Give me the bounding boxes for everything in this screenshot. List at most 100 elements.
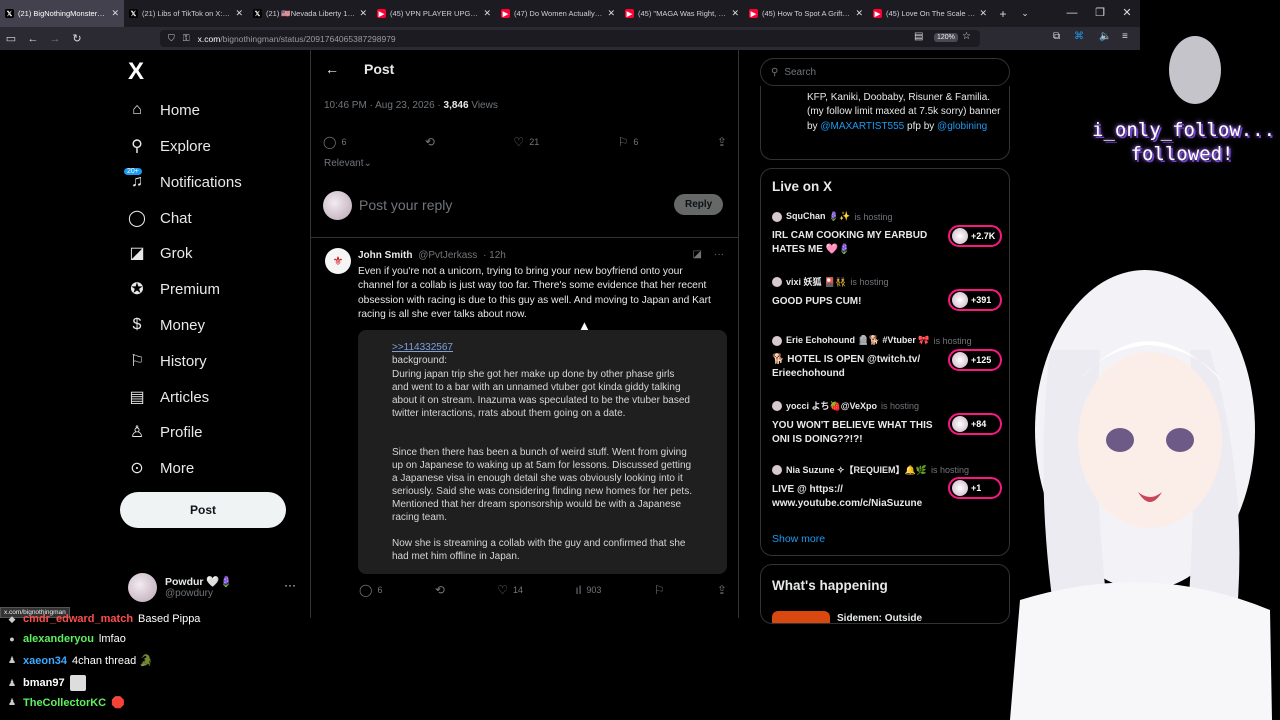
author-name[interactable]: John Smith <box>358 250 412 261</box>
browser-tab[interactable]: ▶ (47) Do Women Actually Lik ✕ <box>496 0 620 27</box>
reader-view-icon[interactable]: ▤ <box>914 31 923 42</box>
nav-item-explore[interactable]: ⚲ Explore <box>128 131 211 161</box>
listener-count[interactable]: +84 <box>948 413 1002 435</box>
live-item[interactable]: yocci よち🍓@VeXpo is hosting YOU WON'T BELI… <box>772 399 1002 446</box>
repost-action[interactable]: ⟲ <box>425 135 435 149</box>
search-input[interactable]: ⚲ Search <box>760 58 1010 86</box>
browser-tab[interactable]: ▶ (45) VPN PLAYER UPGRADE ✕ <box>372 0 496 27</box>
avatar[interactable]: ⚜ <box>325 248 351 274</box>
zoom-level[interactable]: 120% <box>934 33 958 42</box>
close-icon[interactable]: ✕ <box>979 8 987 19</box>
host-name: Nia Suzune ✧【REQUIEM】🔔🌿 <box>786 465 927 475</box>
quoted-image[interactable]: >>114332567 background: During japan tri… <box>358 330 727 574</box>
reply-button[interactable]: Reply <box>674 194 724 215</box>
reload-button[interactable]: ↻ <box>66 32 88 45</box>
browser-tab-bar: 𝕏 (21) BigNothingMonsterman ✕ 𝕏 (21) Lib… <box>0 0 1140 27</box>
nav-item-chat[interactable]: ◯ Chat <box>128 203 192 233</box>
page-title: Post <box>364 61 395 77</box>
avatar <box>952 228 968 244</box>
reply-input[interactable]: Post your reply <box>359 197 452 213</box>
account-switcher[interactable]: Powdur 🤍🪻 @powdury ··· <box>128 570 298 604</box>
profile-handle: @powdury <box>165 588 213 599</box>
nav-item-more[interactable]: ⊙ More <box>128 453 194 483</box>
browser-tab[interactable]: ▶ (45) How To Spot A Grifter (/ ✕ <box>744 0 868 27</box>
emote-icon <box>69 675 86 691</box>
close-icon[interactable]: ✕ <box>607 8 615 19</box>
back-button[interactable]: ← <box>22 33 44 45</box>
back-arrow-icon[interactable]: ← <box>325 61 339 77</box>
listener-count[interactable]: +125 <box>948 349 1002 371</box>
nav-item-label: Profile <box>160 423 203 441</box>
trend-thumbnail[interactable] <box>772 611 830 623</box>
post-time[interactable]: 10:46 PM · Aug 23, 2026 · <box>324 100 441 111</box>
tweet-header: John Smith @PvtJerkass · 12h <box>358 250 506 261</box>
nav-item-history[interactable]: ⚐ History <box>128 346 207 376</box>
tab-title: (45) How To Spot A Grifter (/ <box>762 9 852 18</box>
chat-username: xaeon34 <box>23 654 68 667</box>
close-icon[interactable]: ✕ <box>359 8 367 19</box>
nav-item-money[interactable]: $ Money <box>128 310 205 340</box>
share-action[interactable]: ⇪ <box>717 583 727 597</box>
browser-tab[interactable]: ▶ (45) Love On The Scale Episo ✕ <box>868 0 992 27</box>
close-icon[interactable]: ✕ <box>111 8 119 19</box>
listener-count[interactable]: +2.7K <box>948 225 1002 247</box>
forward-button[interactable]: → <box>44 33 66 45</box>
bio-link[interactable]: @globining <box>937 121 987 132</box>
reply-tweet[interactable]: ⚜ John Smith @PvtJerkass · 12h ◪ ··· Eve… <box>311 238 738 618</box>
count-label: +1 <box>971 483 982 493</box>
share-icon: ⇪ <box>716 135 727 149</box>
grok-icon[interactable]: ◪ <box>693 249 702 260</box>
nav-item-home[interactable]: ⌂ Home <box>128 95 200 125</box>
close-icon[interactable]: ✕ <box>235 8 243 19</box>
live-item[interactable]: Nia Suzune ✧【REQUIEM】🔔🌿 is hosting LIVE @… <box>772 463 1002 510</box>
count-label: +391 <box>971 295 992 305</box>
listener-count[interactable]: +1 <box>948 477 1002 499</box>
reply-action[interactable]: ◯ 6 <box>359 583 382 597</box>
repost-action[interactable]: ⟲ <box>435 583 445 597</box>
x-logo[interactable]: X <box>128 58 144 86</box>
live-item[interactable]: Erie Echohound 🪦🐕 #Vtuber 🎀 is hosting 🐕 … <box>772 335 1002 380</box>
count-label: +2.7K <box>971 231 996 241</box>
home-icon: ⌂ <box>132 101 142 118</box>
listener-count[interactable]: +391 <box>948 289 1002 311</box>
reply-action[interactable]: ◯ 6 <box>323 135 346 149</box>
close-icon[interactable]: ✕ <box>731 8 739 19</box>
address-bar[interactable]: ⛉ ⚿ x.com/bignothingman/status/209176406… <box>160 30 980 47</box>
more-dots-icon[interactable]: ··· <box>284 578 296 592</box>
nav-item-label: Money <box>160 316 206 334</box>
thread-link[interactable]: >>114332567 <box>392 342 453 353</box>
show-more-link[interactable]: Show more <box>772 533 825 545</box>
browser-tab[interactable]: 𝕏 (21) Libs of TikTok on X: "Yo ✕ <box>124 0 248 27</box>
nav-item-profile[interactable]: ♙ Profile <box>128 417 203 447</box>
bookmark-star-icon[interactable]: ☆ <box>962 31 971 42</box>
browser-tab[interactable]: 𝕏 (21) BigNothingMonsterman ✕ <box>0 0 124 27</box>
live-item[interactable]: vixi 妖狐 🎴👯 is hosting GOOD PUPS CUM! +391 <box>772 275 1002 311</box>
bookmark-action[interactable]: ⚐ 6 <box>618 135 639 149</box>
close-icon[interactable]: ✕ <box>855 8 863 19</box>
chat-badge-icon: ♟ <box>7 655 17 665</box>
author-handle[interactable]: @PvtJerkass <box>418 250 477 261</box>
more-dots-icon[interactable]: ··· <box>714 249 724 260</box>
views-action[interactable]: ıl 903 <box>575 583 601 597</box>
bookmark-action[interactable]: ⚐ <box>654 583 665 597</box>
share-action[interactable]: ⇪ <box>717 135 727 149</box>
like-action[interactable]: ♡ 21 <box>513 135 539 149</box>
post-button[interactable]: Post <box>120 492 286 528</box>
bookmark-icon: ⚐ <box>129 353 145 370</box>
tweet-time[interactable]: · 12h <box>483 250 506 261</box>
sidebar-toggle-icon[interactable]: ▭ <box>0 32 22 45</box>
close-icon[interactable]: ✕ <box>483 8 491 19</box>
trend-title[interactable]: Sidemen: Outside <box>837 613 922 623</box>
reply-sort-dropdown[interactable]: Relevant⌄ <box>324 158 372 169</box>
post-header: ← Post <box>311 50 738 88</box>
live-title: 🐕 HOTEL IS OPEN @twitch.tv/ Erieechohoun… <box>772 354 921 379</box>
like-action[interactable]: ♡ 14 <box>497 583 523 597</box>
browser-tab[interactable]: 𝕏 (21) 🇺🇸Nevada Liberty 1864🇺 ✕ <box>248 0 372 27</box>
bio-link[interactable]: @MAXARTIST555 <box>820 121 904 132</box>
nav-item-articles[interactable]: ▤ Articles <box>128 382 209 412</box>
nav-item-grok[interactable]: ◪ Grok <box>128 238 192 268</box>
nav-item-notifications[interactable]: ♫ Notifications <box>128 167 242 197</box>
nav-item-premium[interactable]: ✪ Premium <box>128 274 220 304</box>
live-item[interactable]: SquChan 🪻✨ is hosting IRL CAM COOKING MY … <box>772 211 1002 256</box>
browser-tab[interactable]: ▶ (45) "MAGA Was Right, We ✕ <box>620 0 744 27</box>
